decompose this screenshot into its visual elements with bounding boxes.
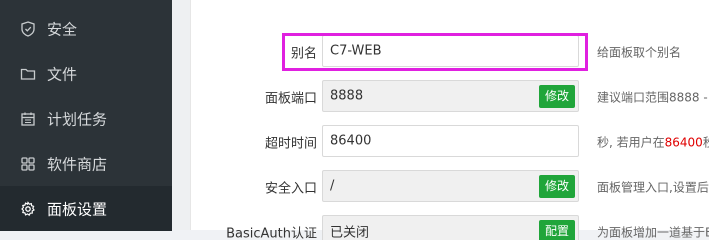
timeout-input[interactable]: 86400 — [322, 125, 579, 157]
calendar-icon — [20, 111, 36, 127]
timeout-value: 86400 — [330, 133, 372, 149]
port-hint: 建议端口范围8888 - 655 — [597, 90, 709, 105]
alias-hint: 给面板取个别名 — [597, 45, 682, 60]
basic-auth-hint: 为面板增加一道基于Basi — [597, 225, 709, 240]
sidebar-item-label: 文件 — [47, 65, 78, 83]
timeout-hint: 秒, 若用户在86400秒内 — [597, 134, 709, 151]
entry-row: 安全入口 / 修改 面板管理入口,设置后只能 — [191, 170, 709, 204]
port-label: 面板端口 — [264, 91, 317, 107]
sidebar-item-security[interactable]: 安全 — [0, 6, 172, 51]
timeout-label: 超时时间 — [264, 136, 317, 152]
main-area: 别名 C7-WEB 给面板取个别名 面板端口 8888 修改 建议端口范围888… — [172, 0, 709, 240]
port-row: 面板端口 8888 修改 建议端口范围8888 - 655 — [191, 80, 709, 114]
alias-highlight-box — [282, 33, 588, 71]
sidebar-item-panel-settings[interactable]: 面板设置 — [0, 186, 172, 231]
basic-auth-value: 已关闭 — [330, 225, 370, 240]
sidebar-item-label: 安全 — [47, 20, 78, 38]
entry-label: 安全入口 — [264, 181, 317, 197]
entry-value: / — [330, 178, 335, 194]
shield-icon — [20, 20, 36, 37]
gear-icon — [20, 200, 36, 217]
folder-icon — [20, 66, 36, 82]
sidebar-item-store[interactable]: 软件商店 — [0, 141, 172, 186]
entry-hint: 面板管理入口,设置后只能 — [597, 180, 709, 195]
settings-panel: 别名 C7-WEB 给面板取个别名 面板端口 8888 修改 建议端口范围888… — [190, 0, 709, 240]
basic-auth-label: BasicAuth认证 — [226, 226, 317, 240]
timeout-hint-value: 86400 — [664, 135, 703, 150]
sidebar-item-label: 软件商店 — [47, 155, 108, 173]
grid-icon — [20, 156, 36, 172]
timeout-row: 超时时间 86400 秒, 若用户在86400秒内 — [191, 125, 709, 159]
timeout-hint-post: 秒内 — [702, 135, 709, 150]
sidebar: 安全 文件 计划任务 软件商店 面板设置 — [0, 0, 172, 231]
basic-auth-row: BasicAuth认证 已关闭 配置 为面板增加一道基于Basi — [191, 215, 709, 240]
port-input[interactable]: 8888 修改 — [322, 80, 579, 112]
modify-port-button[interactable]: 修改 — [538, 85, 575, 108]
basic-auth-input[interactable]: 已关闭 配置 — [322, 215, 579, 240]
configure-basic-auth-button[interactable]: 配置 — [538, 220, 575, 240]
timeout-hint-pre: 秒, 若用户在 — [597, 135, 665, 150]
sidebar-item-cron[interactable]: 计划任务 — [0, 96, 172, 141]
sidebar-item-files[interactable]: 文件 — [0, 51, 172, 96]
modify-entry-button[interactable]: 修改 — [538, 175, 575, 198]
port-value: 8888 — [330, 88, 364, 104]
sidebar-item-label: 面板设置 — [47, 200, 108, 218]
sidebar-item-label: 计划任务 — [47, 110, 108, 128]
entry-input[interactable]: / 修改 — [322, 170, 579, 202]
